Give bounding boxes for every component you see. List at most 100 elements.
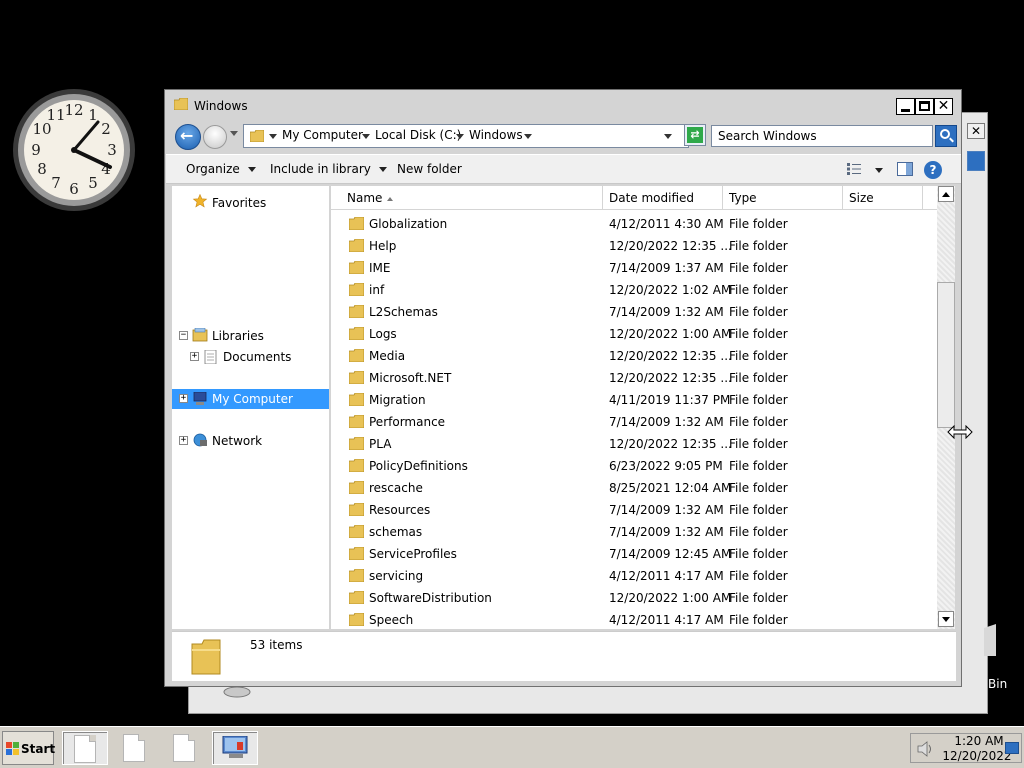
column-type-header[interactable]: Type (723, 186, 843, 210)
recycle-bin-icon[interactable] (984, 624, 996, 656)
table-row[interactable]: L2Schemas 7/14/2009 1:32 AM File folder (331, 301, 937, 323)
libraries-expander[interactable]: − (179, 331, 188, 340)
scroll-up-button[interactable] (938, 186, 954, 202)
organize-button[interactable]: Organize (186, 162, 256, 176)
table-row[interactable]: Resources 7/14/2009 1:32 AM File folder (331, 499, 937, 521)
scroll-down-icon (942, 617, 950, 622)
back-button[interactable]: ← (175, 124, 201, 150)
table-row[interactable]: Logs 12/20/2022 1:00 AM File folder (331, 323, 937, 345)
svg-text:5: 5 (88, 174, 98, 192)
network-icon (193, 433, 207, 447)
table-row[interactable]: IME 7/14/2009 1:37 AM File folder (331, 257, 937, 279)
clock-date[interactable]: 12/20/2022 (939, 749, 1015, 763)
table-row[interactable]: Performance 7/14/2009 1:32 AM File folder (331, 411, 937, 433)
table-row[interactable]: Speech 4/12/2011 4:17 AM File folder (331, 609, 937, 631)
minimize-button[interactable] (896, 98, 915, 115)
new-folder-button[interactable]: New folder (397, 162, 462, 176)
table-row[interactable]: PolicyDefinitions 6/23/2022 9:05 PM File f… (331, 455, 937, 477)
refresh-button[interactable]: ⇄ (684, 124, 706, 146)
nav-documents[interactable]: Documents (223, 347, 291, 367)
include-in-library-button[interactable]: Include in library (270, 162, 387, 176)
views-dropdown[interactable] (875, 168, 883, 173)
search-button[interactable] (935, 125, 957, 147)
file-date: 12/20/2022 12:35 ... (609, 349, 732, 363)
speaker-icon[interactable] (917, 741, 935, 757)
file-type: File folder (729, 393, 788, 407)
column-date-header[interactable]: Date modified (603, 186, 723, 210)
help-icon[interactable]: ? (924, 161, 942, 179)
file-date: 4/12/2011 4:17 AM (609, 613, 724, 627)
breadcrumb-local-disk[interactable]: Local Disk (C:) (375, 128, 461, 142)
maximize-icon (919, 101, 930, 111)
address-history-dropdown[interactable] (664, 134, 672, 139)
search-input[interactable]: Search Windows (711, 125, 933, 147)
preview-pane-icon[interactable] (897, 162, 913, 176)
table-row[interactable]: PLA 12/20/2022 12:35 ... File folder (331, 433, 937, 455)
folder-icon (349, 415, 364, 428)
table-row[interactable]: ServiceProfiles 7/14/2009 12:45 AM File fo… (331, 543, 937, 565)
vertical-scrollbar[interactable] (937, 186, 955, 629)
table-row[interactable]: Globalization 4/12/2011 4:30 AM File folde… (331, 213, 937, 235)
nav-libraries[interactable]: Libraries (212, 326, 264, 346)
taskbar-document-button[interactable] (112, 731, 158, 765)
table-row[interactable]: Microsoft.NET 12/20/2022 12:35 ... File fo… (331, 367, 937, 389)
breadcrumb-arrow[interactable] (269, 134, 277, 139)
taskbar-document-button[interactable] (62, 731, 108, 765)
scroll-down-button[interactable] (938, 611, 954, 627)
column-size-header[interactable]: Size (843, 186, 923, 210)
start-button[interactable]: Start (2, 731, 55, 765)
recycle-bin-label[interactable]: Bin (988, 677, 1007, 691)
file-name: Globalization (369, 217, 448, 231)
chevron-down-icon (378, 167, 387, 172)
close-button[interactable]: ✕ (934, 98, 953, 115)
include-in-library-label: Include in library (270, 162, 371, 176)
table-row[interactable]: Media 12/20/2022 12:35 ... File folder (331, 345, 937, 367)
windows-logo-icon (6, 742, 19, 755)
recent-pages-dropdown[interactable] (230, 131, 238, 136)
svg-text:7: 7 (51, 174, 61, 192)
system-tray: 1:20 AM 12/20/2022 (910, 733, 1022, 763)
nav-network[interactable]: Network (212, 431, 262, 451)
background-window-search-icon[interactable] (967, 151, 985, 171)
address-bar[interactable]: My Computer Local Disk (C:) Windows (243, 124, 689, 148)
column-name-label: Name (347, 191, 383, 205)
taskbar-explorer-button[interactable] (212, 731, 258, 765)
maximize-button[interactable] (915, 98, 934, 115)
breadcrumb-arrow[interactable] (456, 134, 464, 139)
title-bar[interactable]: Windows ✕ (165, 90, 961, 120)
table-row[interactable]: rescache 8/25/2021 12:04 AM File folder (331, 477, 937, 499)
file-date: 12/20/2022 1:00 AM (609, 591, 732, 605)
table-row[interactable]: schemas 7/14/2009 1:32 AM File folder (331, 521, 937, 543)
table-row[interactable]: inf 12/20/2022 1:02 AM File folder (331, 279, 937, 301)
column-name-header[interactable]: Name (341, 186, 603, 210)
clock-time[interactable]: 1:20 AM (949, 734, 1009, 748)
taskbar-document-button[interactable] (162, 731, 208, 765)
file-type: File folder (729, 525, 788, 539)
table-row[interactable]: Help 12/20/2022 12:35 ... File folder (331, 235, 937, 257)
breadcrumb-windows[interactable]: Windows (469, 128, 523, 142)
file-name: Migration (369, 393, 426, 407)
folder-icon (349, 217, 364, 230)
nav-my-computer[interactable]: + My Computer (172, 389, 329, 409)
table-row[interactable]: Migration 4/11/2019 11:37 PM File folder (331, 389, 937, 411)
close-icon: ✕ (937, 98, 950, 114)
breadcrumb-arrow[interactable] (524, 134, 532, 139)
documents-expander[interactable]: + (190, 352, 199, 361)
file-name: servicing (369, 569, 424, 583)
breadcrumb-my-computer[interactable]: My Computer (282, 128, 363, 142)
views-icon[interactable] (847, 163, 861, 175)
forward-button[interactable] (203, 125, 227, 149)
nav-favorites[interactable]: Favorites (212, 193, 266, 213)
scroll-thumb[interactable] (937, 282, 955, 428)
item-count: 53 items (250, 638, 303, 652)
table-row[interactable]: servicing 4/12/2011 4:17 AM File folder (331, 565, 937, 587)
file-name: SoftwareDistribution (369, 591, 492, 605)
background-window-close-button[interactable]: ✕ (967, 123, 985, 139)
show-desktop-icon[interactable] (1005, 742, 1019, 754)
file-date: 12/20/2022 1:00 AM (609, 327, 732, 341)
table-row[interactable]: SoftwareDistribution 12/20/2022 1:00 AM Fi… (331, 587, 937, 609)
my-computer-expander[interactable]: + (179, 394, 188, 403)
file-date: 4/12/2011 4:17 AM (609, 569, 724, 583)
breadcrumb-arrow[interactable] (362, 134, 370, 139)
network-expander[interactable]: + (179, 436, 188, 445)
